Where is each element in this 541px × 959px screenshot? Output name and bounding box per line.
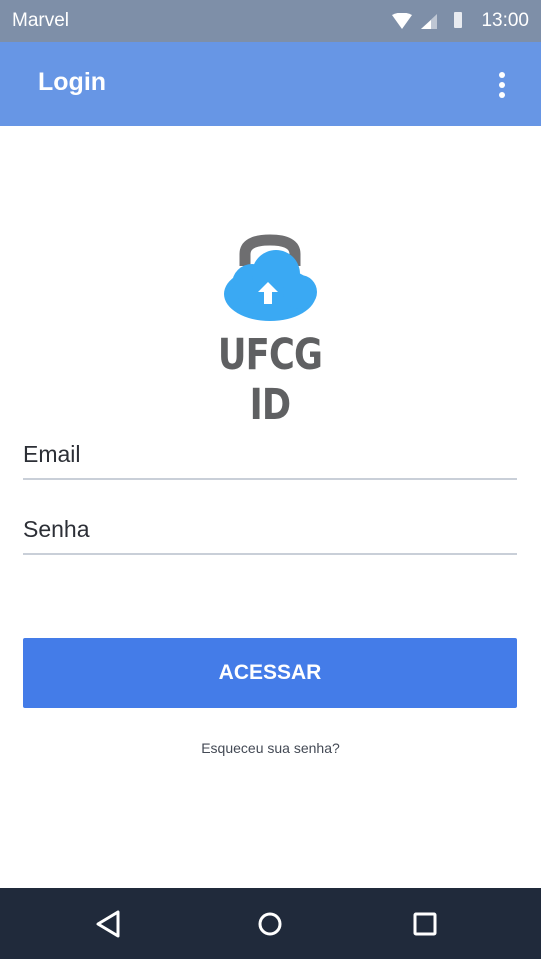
home-icon[interactable] xyxy=(252,906,288,942)
page-title: Login xyxy=(38,68,107,96)
status-bar: Marvel 13:00 xyxy=(0,0,541,42)
logo-text: UFCG ID xyxy=(217,330,323,430)
login-button[interactable]: ACESSAR xyxy=(23,638,517,708)
password-underline xyxy=(23,553,517,555)
signal-icon xyxy=(421,14,437,29)
recents-icon[interactable] xyxy=(407,906,443,942)
email-field xyxy=(23,430,517,480)
carrier-name: Marvel xyxy=(12,10,70,31)
forgot-password-link[interactable]: Esqueceu sua senha? xyxy=(0,740,541,756)
app-bar: Login xyxy=(0,42,541,126)
more-vertical-icon[interactable] xyxy=(490,70,514,100)
status-time: 13:00 xyxy=(481,10,529,31)
wifi-icon xyxy=(392,13,412,29)
app-logo: UFCG ID xyxy=(190,234,350,430)
email-input[interactable] xyxy=(23,430,517,478)
back-icon[interactable] xyxy=(91,906,127,942)
password-input[interactable] xyxy=(23,505,517,553)
password-field xyxy=(23,505,517,555)
email-underline xyxy=(23,478,517,480)
navigation-bar xyxy=(0,888,541,959)
cloud-lock-upload-icon xyxy=(224,234,317,321)
battery-icon xyxy=(454,12,462,28)
